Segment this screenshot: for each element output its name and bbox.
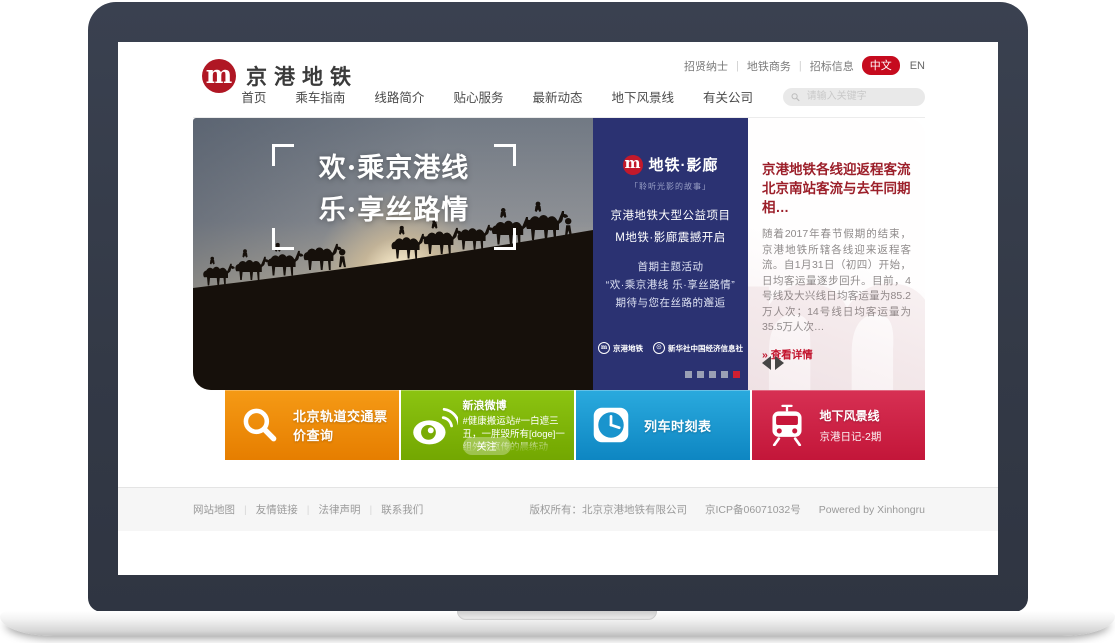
site-header: m 京港地铁 招贤纳士 | 地铁商务 | 招标信息 中文 EN 首页 乘车指南 …	[118, 42, 998, 118]
news-more-link[interactable]: » 查看详情	[762, 347, 911, 362]
sponsor-name: 京港地铁	[613, 343, 643, 354]
promo-line: M地铁·影廊震撼开启	[593, 229, 748, 245]
hero-caption-line1: 欢·乘京港线	[288, 148, 500, 190]
lang-chinese-button[interactable]: 中文	[862, 56, 900, 75]
gallery-logo: m 地铁·影廊	[593, 154, 748, 175]
weibo-title: 新浪微博	[463, 397, 567, 413]
tile-subtitle: 京港日记-2期	[820, 429, 882, 444]
gallery-logo-icon: m	[623, 155, 643, 175]
pager-dot[interactable]	[721, 371, 728, 378]
mtr-logo-icon: m	[202, 59, 236, 93]
lang-english-button[interactable]: EN	[910, 60, 925, 72]
laptop-base-notch	[457, 611, 657, 620]
news-body: 随着2017年春节假期的结束，京港地铁所辖各线迎来返程客流。自1月31日（初四）…	[762, 227, 911, 336]
site-footer: 网站地图 | 友情链接 | 法律声明 | 联系我们 版权所有：北京京港地铁有限公…	[118, 487, 998, 531]
pager-dot[interactable]	[685, 371, 692, 378]
frame-corner-icon	[272, 228, 294, 250]
footer-link-sitemap[interactable]: 网站地图	[193, 502, 235, 517]
tile-label: 列车时刻表	[644, 416, 712, 435]
top-link-business[interactable]: 地铁商务	[747, 58, 791, 74]
hero-slide-caption: 欢·乘京港线 乐·享丝路情	[288, 148, 500, 244]
separator: |	[799, 60, 802, 72]
frame-corner-icon	[494, 144, 516, 166]
news-panel: m 京港地铁各线迎返程客流 北京南站客流与去年同期相… 随着2017年春节假期的…	[748, 118, 925, 390]
search-input[interactable]	[805, 90, 917, 103]
tile-title: 地下风景线	[820, 407, 882, 424]
footer-legal: 版权所有：北京京港地铁有限公司 京ICP备06071032号 Powered b…	[530, 502, 925, 517]
frame-corner-icon	[272, 144, 294, 166]
sponsor-name: 新华社中国经济信息社	[668, 343, 743, 354]
prev-arrow-button[interactable]	[762, 356, 771, 370]
footer-link-friendly[interactable]: 友情链接	[256, 502, 298, 517]
main-nav: 首页 乘车指南 线路简介 贴心服务 最新动态 地下风景线 有关公司	[241, 87, 925, 106]
weibo-follow-button[interactable]: 关注	[463, 437, 511, 455]
tile-label: 北京轨道交通票价查询	[293, 406, 399, 444]
train-icon	[767, 404, 807, 446]
top-utility-links: 招贤纳士 | 地铁商务 | 招标信息 中文 EN	[684, 56, 925, 75]
sponsor-logo-icon: m	[598, 342, 610, 354]
nav-item-underground-scenery[interactable]: 地下风景线	[611, 87, 674, 106]
hero-section: 欢·乘京港线 乐·享丝路情 m 地铁·影廊 「聆听光影的故事」 京港地铁大型公益…	[193, 118, 925, 390]
nav-item-services[interactable]: 贴心服务	[453, 87, 503, 106]
promo-line: “欢·乘京港线 乐·享丝路情”	[593, 277, 748, 292]
gallery-tagline: 「聆听光影的故事」	[593, 181, 748, 192]
tile-underground-scenery[interactable]: 地下风景线 京港日记-2期	[752, 390, 926, 460]
footer-links: 网站地图 | 友情链接 | 法律声明 | 联系我们	[193, 502, 423, 517]
weibo-icon	[410, 403, 458, 447]
separator: |	[307, 504, 310, 516]
hero-caption-line2: 乐·享丝路情	[288, 190, 500, 232]
promo-line: 京港地铁大型公益项目	[593, 207, 748, 223]
sponsor-logo-icon: ☉	[653, 342, 665, 354]
sponsor-logos: m 京港地铁 ☉ 新华社中国经济信息社	[593, 342, 748, 354]
sponsor-mtr: m 京港地铁	[598, 342, 643, 354]
news-nav-arrows	[762, 356, 784, 370]
next-arrow-button[interactable]	[775, 356, 784, 370]
top-link-careers[interactable]: 招贤纳士	[684, 58, 728, 74]
tile-weibo[interactable]: 新浪微博 #健康搬运站#一白遮三丑，一胖毁所有[doge]一组外网疯传的晨练动作…	[401, 390, 575, 460]
tile-timetable[interactable]: 列车时刻表	[576, 390, 750, 460]
search-box[interactable]	[783, 88, 925, 106]
promo-line: 期待与您在丝路的邂逅	[593, 295, 748, 310]
copyright-text: 版权所有：北京京港地铁有限公司	[530, 502, 688, 517]
pager-dot[interactable]	[697, 371, 704, 378]
search-icon	[791, 92, 800, 102]
nav-item-home[interactable]: 首页	[241, 87, 266, 106]
magnifier-icon	[240, 405, 280, 445]
slide-pager	[685, 371, 740, 378]
tile-text: 地下风景线 京港日记-2期	[820, 407, 882, 444]
browser-screen: m 京港地铁 招贤纳士 | 地铁商务 | 招标信息 中文 EN 首页 乘车指南 …	[118, 42, 998, 575]
footer-link-legal[interactable]: 法律声明	[318, 502, 360, 517]
pager-dot[interactable]	[709, 371, 716, 378]
separator: |	[369, 504, 372, 516]
promo-line: 首期主题活动	[593, 259, 748, 274]
nav-item-about[interactable]: 有关公司	[703, 87, 753, 106]
clock-icon	[591, 405, 631, 445]
promo-panel: m 地铁·影廊 「聆听光影的故事」 京港地铁大型公益项目 M地铁·影廊震撼开启 …	[593, 118, 748, 390]
top-link-tenders[interactable]: 招标信息	[810, 58, 854, 74]
nav-item-ride-guide[interactable]: 乘车指南	[295, 87, 345, 106]
hero-slide-photo[interactable]: 欢·乘京港线 乐·享丝路情	[193, 118, 593, 390]
nav-item-news[interactable]: 最新动态	[532, 87, 582, 106]
quick-link-tiles: 北京轨道交通票价查询 新浪微博 #健康搬运站#一白遮三丑，一胖毁所有[doge]…	[225, 390, 925, 460]
separator: |	[736, 60, 739, 72]
pager-dot-active[interactable]	[733, 371, 740, 378]
sponsor-xinhua: ☉ 新华社中国经济信息社	[653, 342, 743, 354]
nav-item-lines[interactable]: 线路简介	[374, 87, 424, 106]
tile-fare-query[interactable]: 北京轨道交通票价查询	[225, 390, 399, 460]
powered-by: Powered by Xinhongru	[819, 504, 925, 516]
separator: |	[244, 504, 247, 516]
news-title[interactable]: 京港地铁各线迎返程客流 北京南站客流与去年同期相…	[762, 160, 911, 217]
footer-link-contact[interactable]: 联系我们	[381, 502, 423, 517]
gallery-logo-text: 地铁·影廊	[649, 154, 719, 175]
frame-corner-icon	[494, 228, 516, 250]
icp-number[interactable]: 京ICP备06071032号	[705, 502, 801, 517]
